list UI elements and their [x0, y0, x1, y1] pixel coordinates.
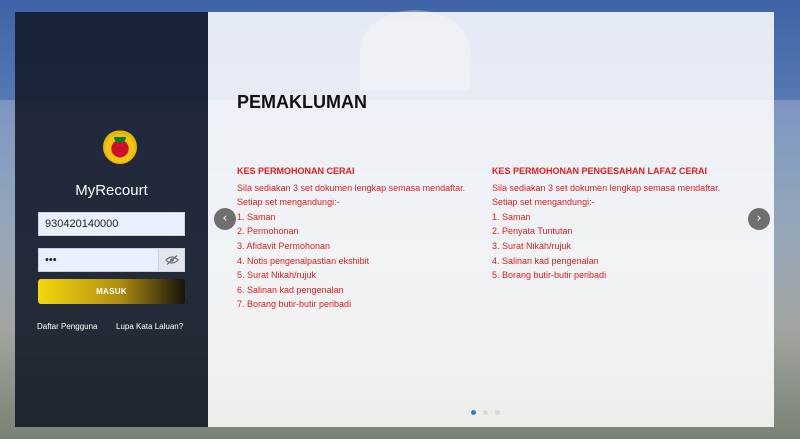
app-title: MyRecourt	[75, 182, 148, 199]
list-item: 1. Saman	[237, 211, 276, 222]
login-panel: MyRecourt MASUK Daftar Pengguna Lupa Kat…	[15, 12, 208, 427]
list-item: 4. Salinan kad pengenalan	[492, 255, 599, 266]
carousel-dot[interactable]	[483, 410, 488, 415]
carousel-next-button[interactable]: ›	[748, 208, 770, 230]
list-item: 5. Borang butir-butir peribadi	[492, 270, 607, 281]
court-logo	[103, 130, 137, 164]
password-input[interactable]	[38, 248, 159, 272]
column-heading: KES PERMOHONAN CERAI	[237, 166, 355, 176]
column-intro: Sila sediakan 3 set dokumen lengkap sema…	[492, 182, 721, 193]
register-link[interactable]: Daftar Pengguna	[37, 322, 98, 331]
list-item: 2. Penyata Tuntutan	[492, 226, 573, 237]
list-item: 5. Surat Nikah/rujuk	[237, 270, 317, 281]
username-input[interactable]	[38, 212, 185, 236]
carousel-prev-button[interactable]: ‹	[214, 208, 236, 230]
notice-title: PEMAKLUMAN	[237, 92, 367, 112]
list-item: 6. Salinan kad pengenalan	[237, 284, 344, 295]
column-intro: Sila sediakan 3 set dokumen lengkap sema…	[237, 182, 466, 193]
column-subintro: Setiap set mengandungi:-	[237, 197, 340, 208]
eye-slash-icon	[164, 255, 179, 265]
list-item: 3. Afidavit Permohonan	[237, 240, 331, 251]
login-button[interactable]: MASUK	[38, 279, 185, 304]
column-heading: KES PERMOHONAN PENGESAHAN LAFAZ CERAI	[492, 166, 708, 176]
list-item: 1. Saman	[492, 211, 531, 222]
list-item: 7. Borang butir-butir peribadi	[237, 299, 352, 310]
carousel-indicators	[471, 410, 500, 415]
carousel-dot[interactable]	[495, 410, 500, 415]
show-password-button[interactable]	[158, 248, 185, 272]
notice-column-divorce: KES PERMOHONAN CERAI Sila sediakan 3 set…	[237, 164, 492, 312]
carousel-dot[interactable]	[471, 410, 476, 415]
list-item: 2. Permohonan	[237, 226, 299, 237]
column-subintro: Setiap set mengandungi:-	[492, 197, 595, 208]
notice-column-divorce-confirmation: KES PERMOHONAN PENGESAHAN LAFAZ CERAI Si…	[492, 164, 747, 283]
list-item: 4. Notis pengenalpastian ekshibit	[237, 255, 370, 266]
list-item: 3. Surat Nikah/rujuk	[492, 240, 572, 251]
notice-panel: PEMAKLUMAN KES PERMOHONAN CERAI Sila sed…	[208, 12, 774, 427]
forgot-password-link[interactable]: Lupa Kata Laluan?	[116, 322, 183, 331]
